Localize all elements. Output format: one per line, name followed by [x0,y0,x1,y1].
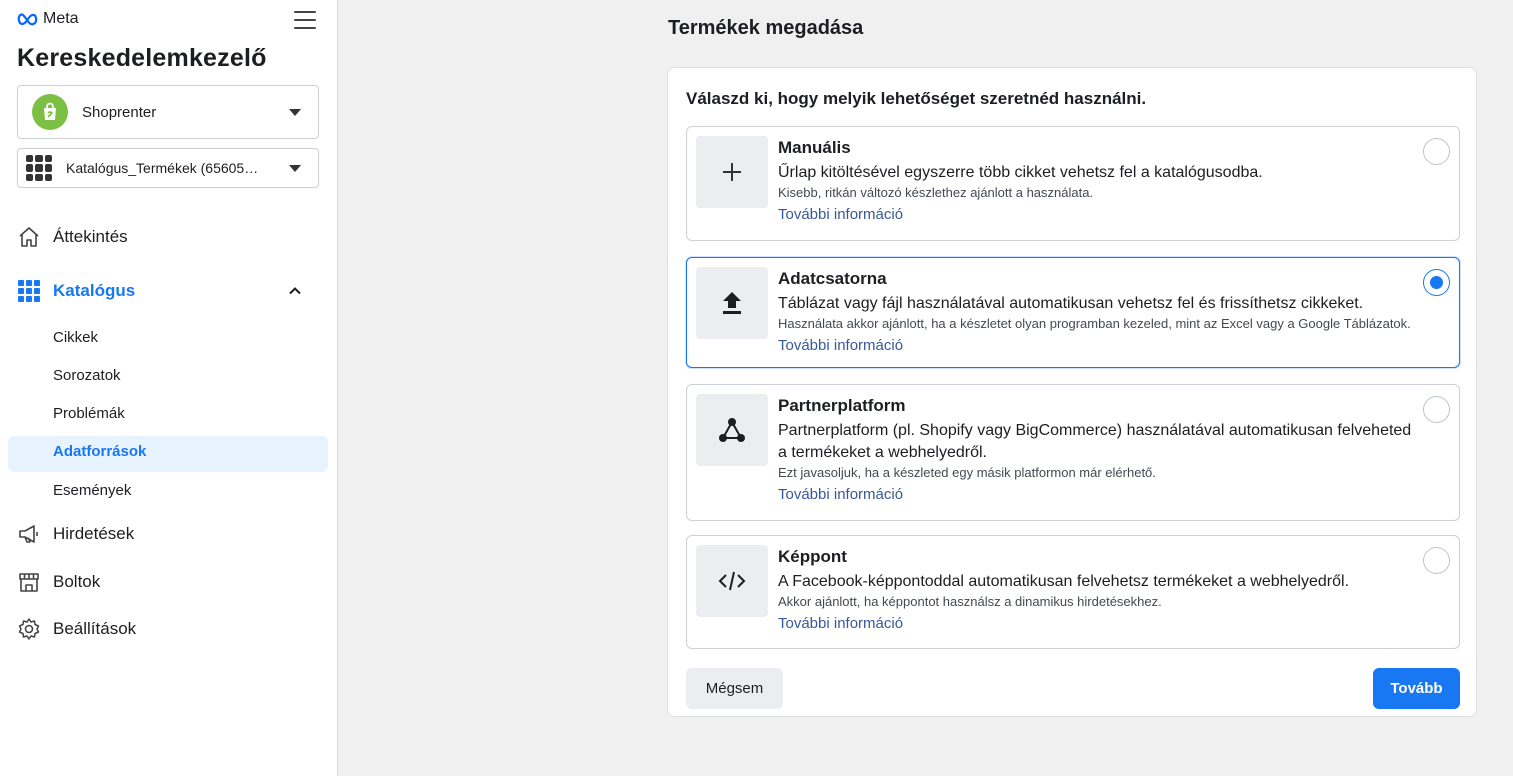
option-radio[interactable] [1423,269,1450,296]
sub-item-issues[interactable]: Problémák [53,405,125,422]
meta-infinity-icon [17,13,38,26]
option-radio[interactable] [1423,547,1450,574]
shop-selector[interactable]: Shoprenter [17,85,319,139]
nav-item-label: Boltok [53,572,101,591]
code-icon [696,545,768,617]
caret-down-icon [289,108,301,116]
nav-item-ads[interactable]: Hirdetések [17,522,134,546]
plus-icon [696,136,768,208]
option-partner-platform[interactable]: Partnerplatform Partnerplatform (pl. Sho… [686,384,1460,521]
option-title: Partnerplatform [778,396,906,415]
option-note: Akkor ajánlott, ha képpontot használsz a… [778,594,1162,609]
sub-item-events[interactable]: Események [53,482,131,499]
grid-icon [17,279,41,303]
option-pixel[interactable]: Képpont A Facebook-képpontoddal automati… [686,535,1460,649]
app-title: Kereskedelemkezelő [17,44,267,72]
option-title: Adatcsatorna [778,269,887,288]
sidebar: Meta Kereskedelemkezelő Shoprenter Katal… [0,0,338,776]
options-card: Válaszd ki, hogy melyik lehetőséget szer… [667,67,1477,717]
sub-item-data-sources[interactable]: Adatforrások [53,443,146,460]
next-button[interactable]: Tovább [1373,668,1460,709]
chevron-up-icon[interactable] [289,285,301,297]
meta-logo[interactable]: Meta [17,10,79,28]
network-icon [696,394,768,466]
option-description: Űrlap kitöltésével egyszerre több cikket… [778,164,1263,181]
nav-item-shops[interactable]: Boltok [17,570,100,594]
nav-item-catalog[interactable]: Katalógus [17,279,135,303]
option-radio[interactable] [1423,396,1450,423]
sub-item-sets[interactable]: Sorozatok [53,367,121,384]
shop-selector-value: Shoprenter [82,103,157,121]
menu-icon[interactable] [292,8,318,32]
option-title: Képpont [778,547,847,566]
nav-item-settings[interactable]: Beállítások [17,617,136,641]
meta-logo-text: Meta [43,10,79,27]
upload-icon [696,267,768,339]
learn-more-link[interactable]: További információ [778,614,903,634]
learn-more-link[interactable]: További információ [778,485,903,505]
option-note: Használata akkor ajánlott, ha a készlete… [778,316,1411,331]
home-icon [17,225,41,249]
card-question: Válaszd ki, hogy melyik lehetőséget szer… [686,89,1147,108]
option-description: Partnerplatform (pl. Shopify vagy BigCom… [778,422,1412,461]
option-description: Táblázat vagy fájl használatával automat… [778,295,1364,312]
caret-down-icon [289,164,301,172]
page-title: Termékek megadása [668,17,864,39]
option-radio[interactable] [1423,138,1450,165]
option-note: Ezt javasoljuk, ha a készleted egy másik… [778,465,1156,480]
option-manual[interactable]: Manuális Űrlap kitöltésével egyszerre tö… [686,126,1460,241]
store-icon [17,570,41,594]
cancel-button[interactable]: Mégsem [686,668,783,709]
nav-item-overview[interactable]: Áttekintés [17,225,128,249]
nav-item-label: Beállítások [53,619,137,638]
option-description: A Facebook-képpontoddal automatikusan fe… [778,573,1350,590]
option-title: Manuális [778,138,851,157]
radio-dot [1430,276,1443,289]
option-note: Kisebb, ritkán változó készlethez ajánlo… [778,185,1094,200]
megaphone-icon [17,522,41,546]
nav-item-label: Hirdetések [53,524,135,543]
shop-avatar [32,94,68,130]
shopping-bag-icon [44,102,56,120]
catalog-grid-icon [26,155,52,181]
catalog-selector-value: Katalógus_Termékek (65605… [66,160,259,176]
nav-item-label: Katalógus [53,281,136,300]
learn-more-link[interactable]: További információ [778,205,903,225]
option-data-feed[interactable]: Adatcsatorna Táblázat vagy fájl használa… [686,257,1460,368]
nav-item-label: Áttekintés [53,227,128,246]
learn-more-link[interactable]: További információ [778,336,903,356]
catalog-selector[interactable]: Katalógus_Termékek (65605… [17,148,319,188]
sub-item-items[interactable]: Cikkek [53,329,98,346]
gear-icon [17,617,41,641]
